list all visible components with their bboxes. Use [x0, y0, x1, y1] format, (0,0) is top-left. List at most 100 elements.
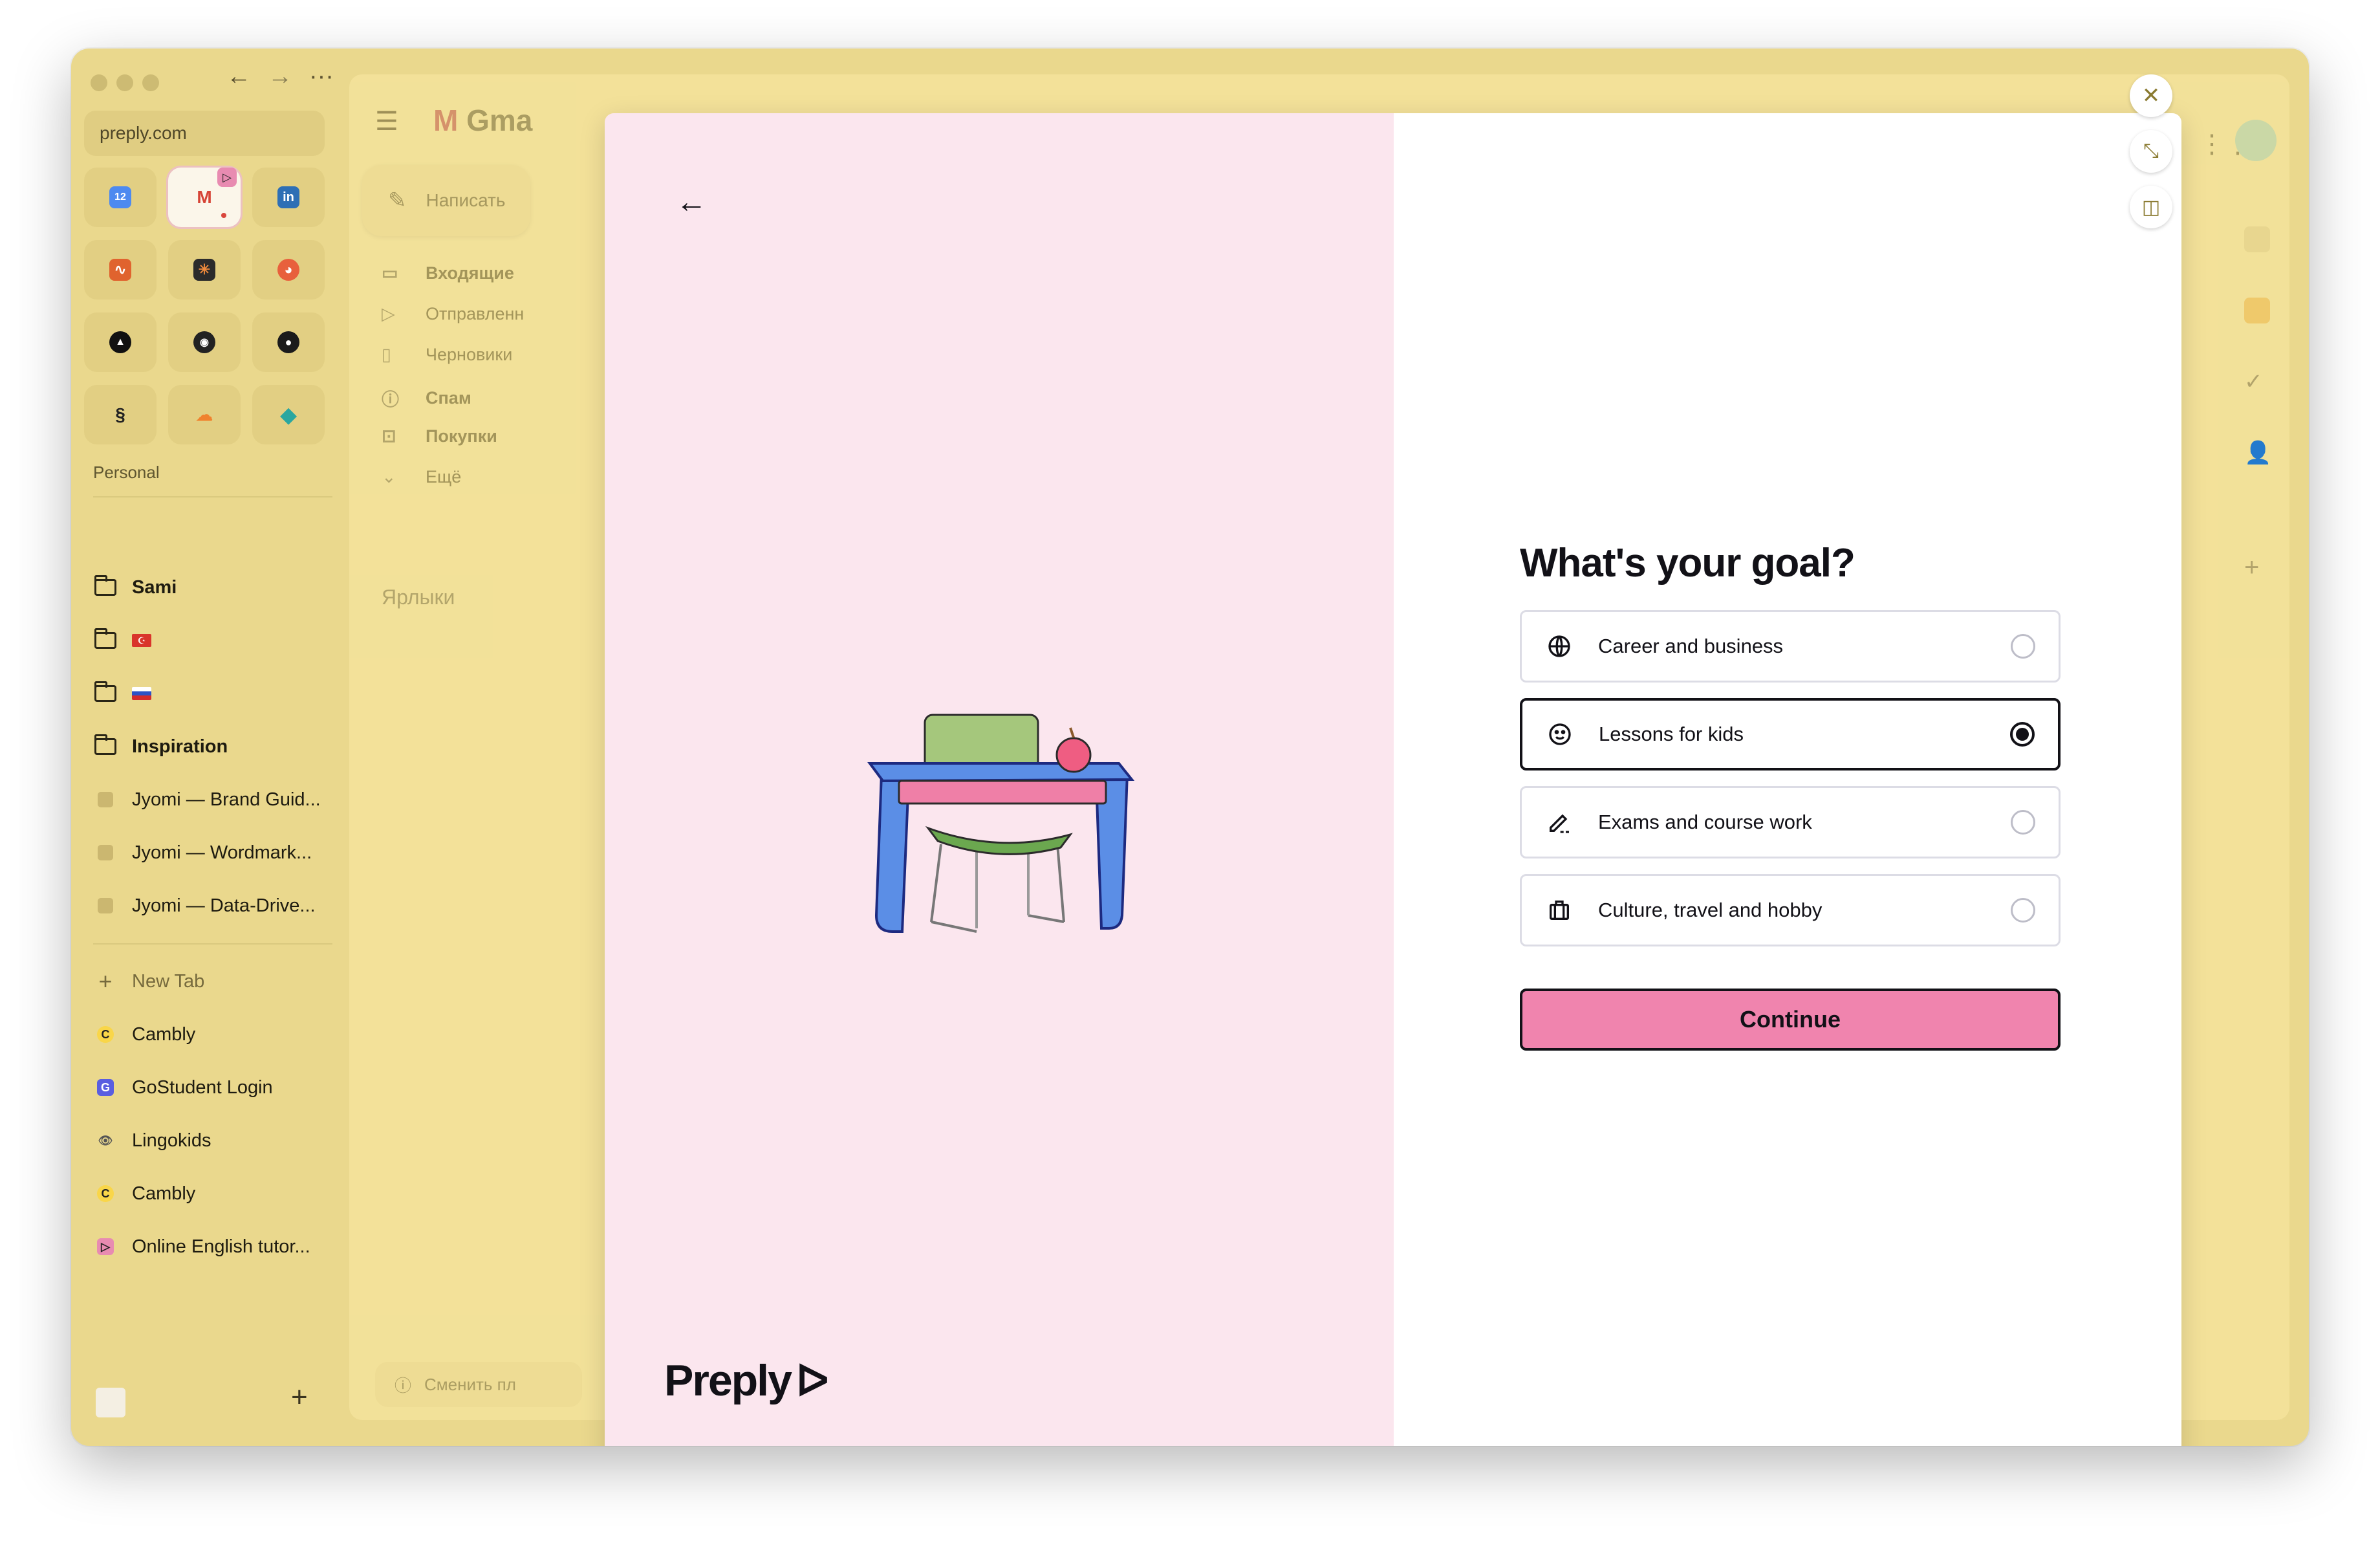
- sidebar-item-label: Jyomi — Brand Guid...: [132, 789, 321, 810]
- continue-button[interactable]: Continue: [1520, 989, 2061, 1051]
- school-desk-illustration: [867, 714, 1135, 933]
- radio-button[interactable]: [2011, 634, 2035, 659]
- pinned-calendar[interactable]: 12: [84, 168, 157, 227]
- back-icon[interactable]: ←: [226, 63, 251, 91]
- close-icon[interactable]: ✕: [2130, 74, 2172, 117]
- sidebar-folder-tr[interactable]: ☪: [93, 621, 151, 660]
- question-title: What's your goal?: [1520, 541, 1855, 585]
- browser-window: ← → ··· preply.com 12 M ▷ in ∿ ✳ ◕ ▲ ◉ ●…: [71, 49, 2309, 1446]
- tab-cambly-1[interactable]: C Cambly: [93, 1015, 195, 1054]
- folder-more[interactable]: ⌄ Ещё: [382, 467, 461, 487]
- diamond-icon: ◆: [280, 403, 297, 426]
- split-view-icon[interactable]: ◫: [2130, 186, 2172, 228]
- github-icon: ●: [277, 331, 299, 353]
- pinned-linkedin[interactable]: in: [252, 168, 325, 227]
- sidebar-item-jyomi-3[interactable]: Jyomi — Data-Drive...: [93, 886, 316, 925]
- folder-inbox[interactable]: ▭ Входящие: [382, 263, 514, 283]
- draft-icon: ▯: [382, 345, 391, 364]
- sidebar-item-jyomi-1[interactable]: Jyomi — Brand Guid...: [93, 780, 321, 819]
- pinned-app-8[interactable]: ◉: [168, 312, 241, 372]
- divider: [93, 943, 332, 945]
- window-controls[interactable]: [91, 74, 159, 91]
- sidebar-folder-inspiration[interactable]: Inspiration: [93, 727, 228, 766]
- pinned-tabs: 12 M ▷ in ∿ ✳ ◕ ▲ ◉ ● § ☁ ◆: [84, 168, 330, 444]
- storage-bar[interactable]: ⓘ Сменить пл: [375, 1362, 582, 1407]
- new-tab-button[interactable]: + New Tab: [93, 962, 204, 1001]
- pinned-app-7[interactable]: ▲: [84, 312, 157, 372]
- sidebar-item-label: Inspiration: [132, 736, 228, 757]
- sidebar-folder-sami[interactable]: Sami: [93, 568, 177, 607]
- folder-drafts[interactable]: ▯ Черновики: [382, 345, 512, 365]
- squarespace-icon: §: [115, 404, 125, 424]
- option-label: Exams and course work: [1598, 811, 1812, 833]
- pinned-squarespace[interactable]: §: [84, 385, 157, 444]
- contacts-side-icon[interactable]: 👤: [2244, 440, 2271, 466]
- minimize-window-button[interactable]: [116, 74, 133, 91]
- radio-button[interactable]: [2011, 898, 2035, 923]
- profile-icon[interactable]: [96, 1388, 125, 1417]
- labels-heading: Ярлыки: [382, 585, 455, 609]
- folder-spam[interactable]: ⓘ Спам: [382, 386, 471, 411]
- more-icon[interactable]: ···: [309, 63, 334, 91]
- tasks-side-icon[interactable]: ✓: [2244, 369, 2270, 395]
- url-bar[interactable]: preply.com: [84, 111, 325, 156]
- spam-icon: ⓘ: [382, 390, 399, 410]
- sidebar-item-label: Jyomi — Wordmark...: [132, 842, 312, 863]
- folder-label: Ещё: [426, 467, 462, 486]
- tab-label: GoStudent Login: [132, 1077, 273, 1098]
- avatar[interactable]: [2235, 120, 2277, 161]
- folder-sent[interactable]: ▷ Отправленн: [382, 304, 524, 324]
- url-text: preply.com: [100, 123, 187, 143]
- radio-button[interactable]: [2011, 810, 2035, 835]
- menu-icon[interactable]: ☰: [375, 107, 398, 137]
- section-label: Personal: [93, 463, 160, 482]
- preply-badge-icon: ▷: [217, 168, 237, 187]
- zoom-window-button[interactable]: [142, 74, 159, 91]
- page-icon: [98, 845, 113, 860]
- option-exams[interactable]: Exams and course work: [1520, 786, 2061, 858]
- pinned-app-5[interactable]: ✳: [168, 240, 241, 300]
- folder-icon: [94, 734, 116, 755]
- radio-button-selected[interactable]: [2010, 722, 2035, 747]
- russia-flag-icon: [132, 687, 151, 700]
- pinned-app-6[interactable]: ◕: [252, 240, 325, 300]
- cloud-icon: ☁: [196, 404, 213, 424]
- close-window-button[interactable]: [91, 74, 107, 91]
- apps-icon[interactable]: ⋮⋮: [2199, 129, 2251, 158]
- tab-lingokids[interactable]: 👁 Lingokids: [93, 1121, 211, 1160]
- folder-purchases[interactable]: ⊡ Покупки: [382, 426, 497, 446]
- folder-icon: [94, 628, 116, 649]
- page-icon: [98, 792, 113, 807]
- browser-sidebar: ← → ··· preply.com 12 M ▷ in ∿ ✳ ◕ ▲ ◉ ●…: [71, 49, 349, 1446]
- nav-buttons: ← → ···: [226, 63, 334, 91]
- add-addon-icon[interactable]: +: [2244, 553, 2270, 582]
- pinned-github[interactable]: ●: [252, 312, 325, 372]
- back-arrow-icon[interactable]: ←: [676, 184, 707, 220]
- keep-side-icon[interactable]: [2244, 298, 2270, 323]
- pinned-gmail[interactable]: M ▷: [168, 168, 241, 227]
- folder-label: Отправленн: [426, 304, 525, 323]
- bag-icon: ⊡: [382, 426, 396, 446]
- tab-gostudent[interactable]: G GoStudent Login: [93, 1068, 273, 1107]
- option-kids[interactable]: Lessons for kids: [1520, 698, 2061, 770]
- compose-button[interactable]: ✎ Написать: [362, 165, 530, 236]
- calendar-side-icon[interactable]: [2244, 226, 2270, 252]
- option-career[interactable]: Career and business: [1520, 610, 2061, 683]
- sidebar-item-jyomi-2[interactable]: Jyomi — Wordmark...: [93, 833, 312, 872]
- chevron-down-icon: ⌄: [382, 467, 396, 486]
- pinned-cloudflare[interactable]: ☁: [168, 385, 241, 444]
- pinned-app-4[interactable]: ∿: [84, 240, 157, 300]
- option-label: Culture, travel and hobby: [1598, 899, 1823, 921]
- expand-icon[interactable]: ⤡: [2130, 130, 2172, 173]
- cambly-icon: C: [97, 1185, 114, 1202]
- info-icon: ⓘ: [395, 1375, 412, 1395]
- forward-icon[interactable]: →: [268, 63, 292, 91]
- pinned-diamond[interactable]: ◆: [252, 385, 325, 444]
- sidebar-folder-ru[interactable]: [93, 674, 151, 713]
- tab-preply[interactable]: ▷ Online English tutor...: [93, 1227, 310, 1266]
- globe-icon: [1545, 632, 1574, 661]
- add-icon[interactable]: +: [291, 1381, 308, 1414]
- option-culture[interactable]: Culture, travel and hobby: [1520, 874, 2061, 946]
- tab-cambly-2[interactable]: C Cambly: [93, 1174, 195, 1213]
- triangle-app-icon: ▲: [109, 331, 131, 353]
